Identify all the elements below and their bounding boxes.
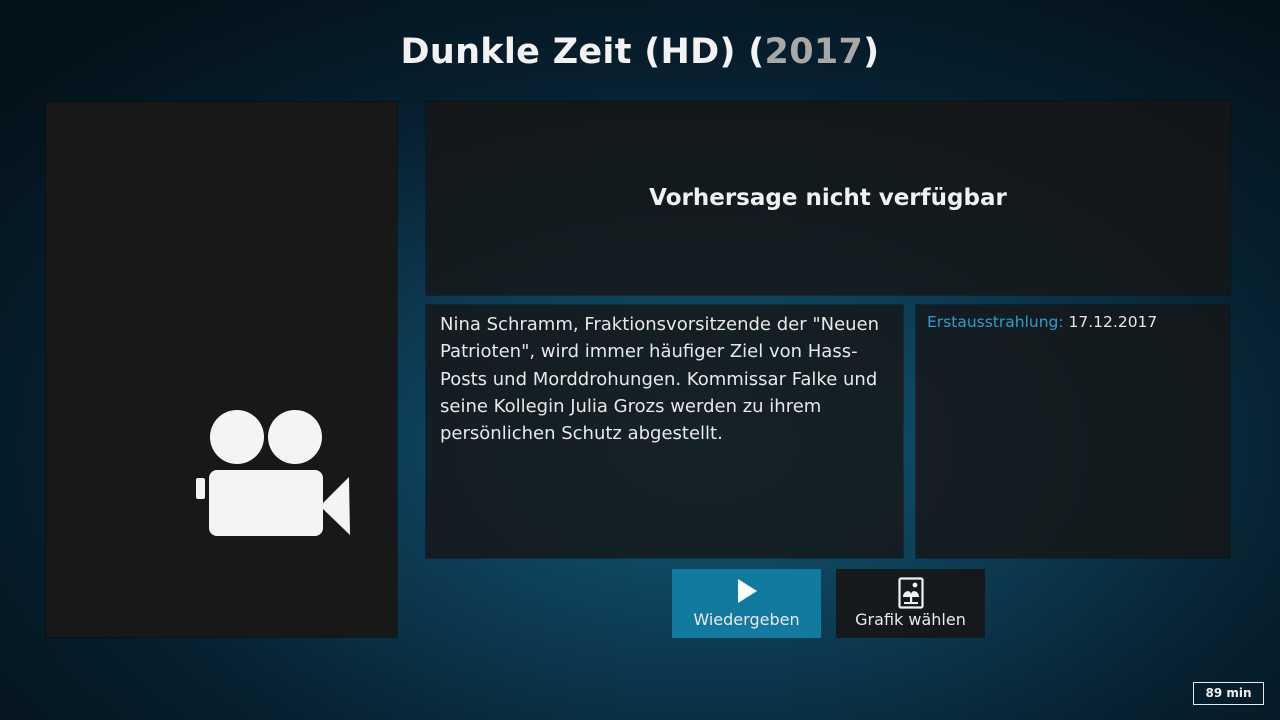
- info-panel: Erstausstrahlung: 17.12.2017: [916, 305, 1230, 558]
- page-title: Dunkle Zeit (HD) (2017): [0, 32, 1280, 72]
- premiere-value: 17.12.2017: [1068, 313, 1158, 331]
- play-button[interactable]: Wiedergeben: [672, 569, 821, 638]
- plot-text: Nina Schramm, Fraktionsvorsitzende der "…: [440, 314, 880, 445]
- title-closing: ): [863, 32, 880, 72]
- play-button-label: Wiedergeben: [693, 610, 800, 629]
- choose-art-button[interactable]: Grafik wählen: [836, 569, 985, 638]
- picture-icon: [897, 577, 924, 609]
- forecast-panel: Vorhersage nicht verfügbar: [426, 101, 1230, 295]
- poster-panel: [46, 102, 397, 637]
- choose-art-label: Grafik wählen: [855, 610, 966, 629]
- play-icon: [737, 579, 757, 603]
- title-text: Dunkle Zeit (HD) (: [400, 32, 765, 72]
- premiere-label: Erstausstrahlung:: [927, 313, 1064, 331]
- plot-panel: Nina Schramm, Fraktionsvorsitzende der "…: [426, 305, 903, 558]
- duration-badge: 89 min: [1193, 682, 1264, 705]
- video-camera-icon: [196, 410, 350, 536]
- forecast-text: Vorhersage nicht verfügbar: [649, 185, 1007, 211]
- title-year: 2017: [764, 32, 864, 72]
